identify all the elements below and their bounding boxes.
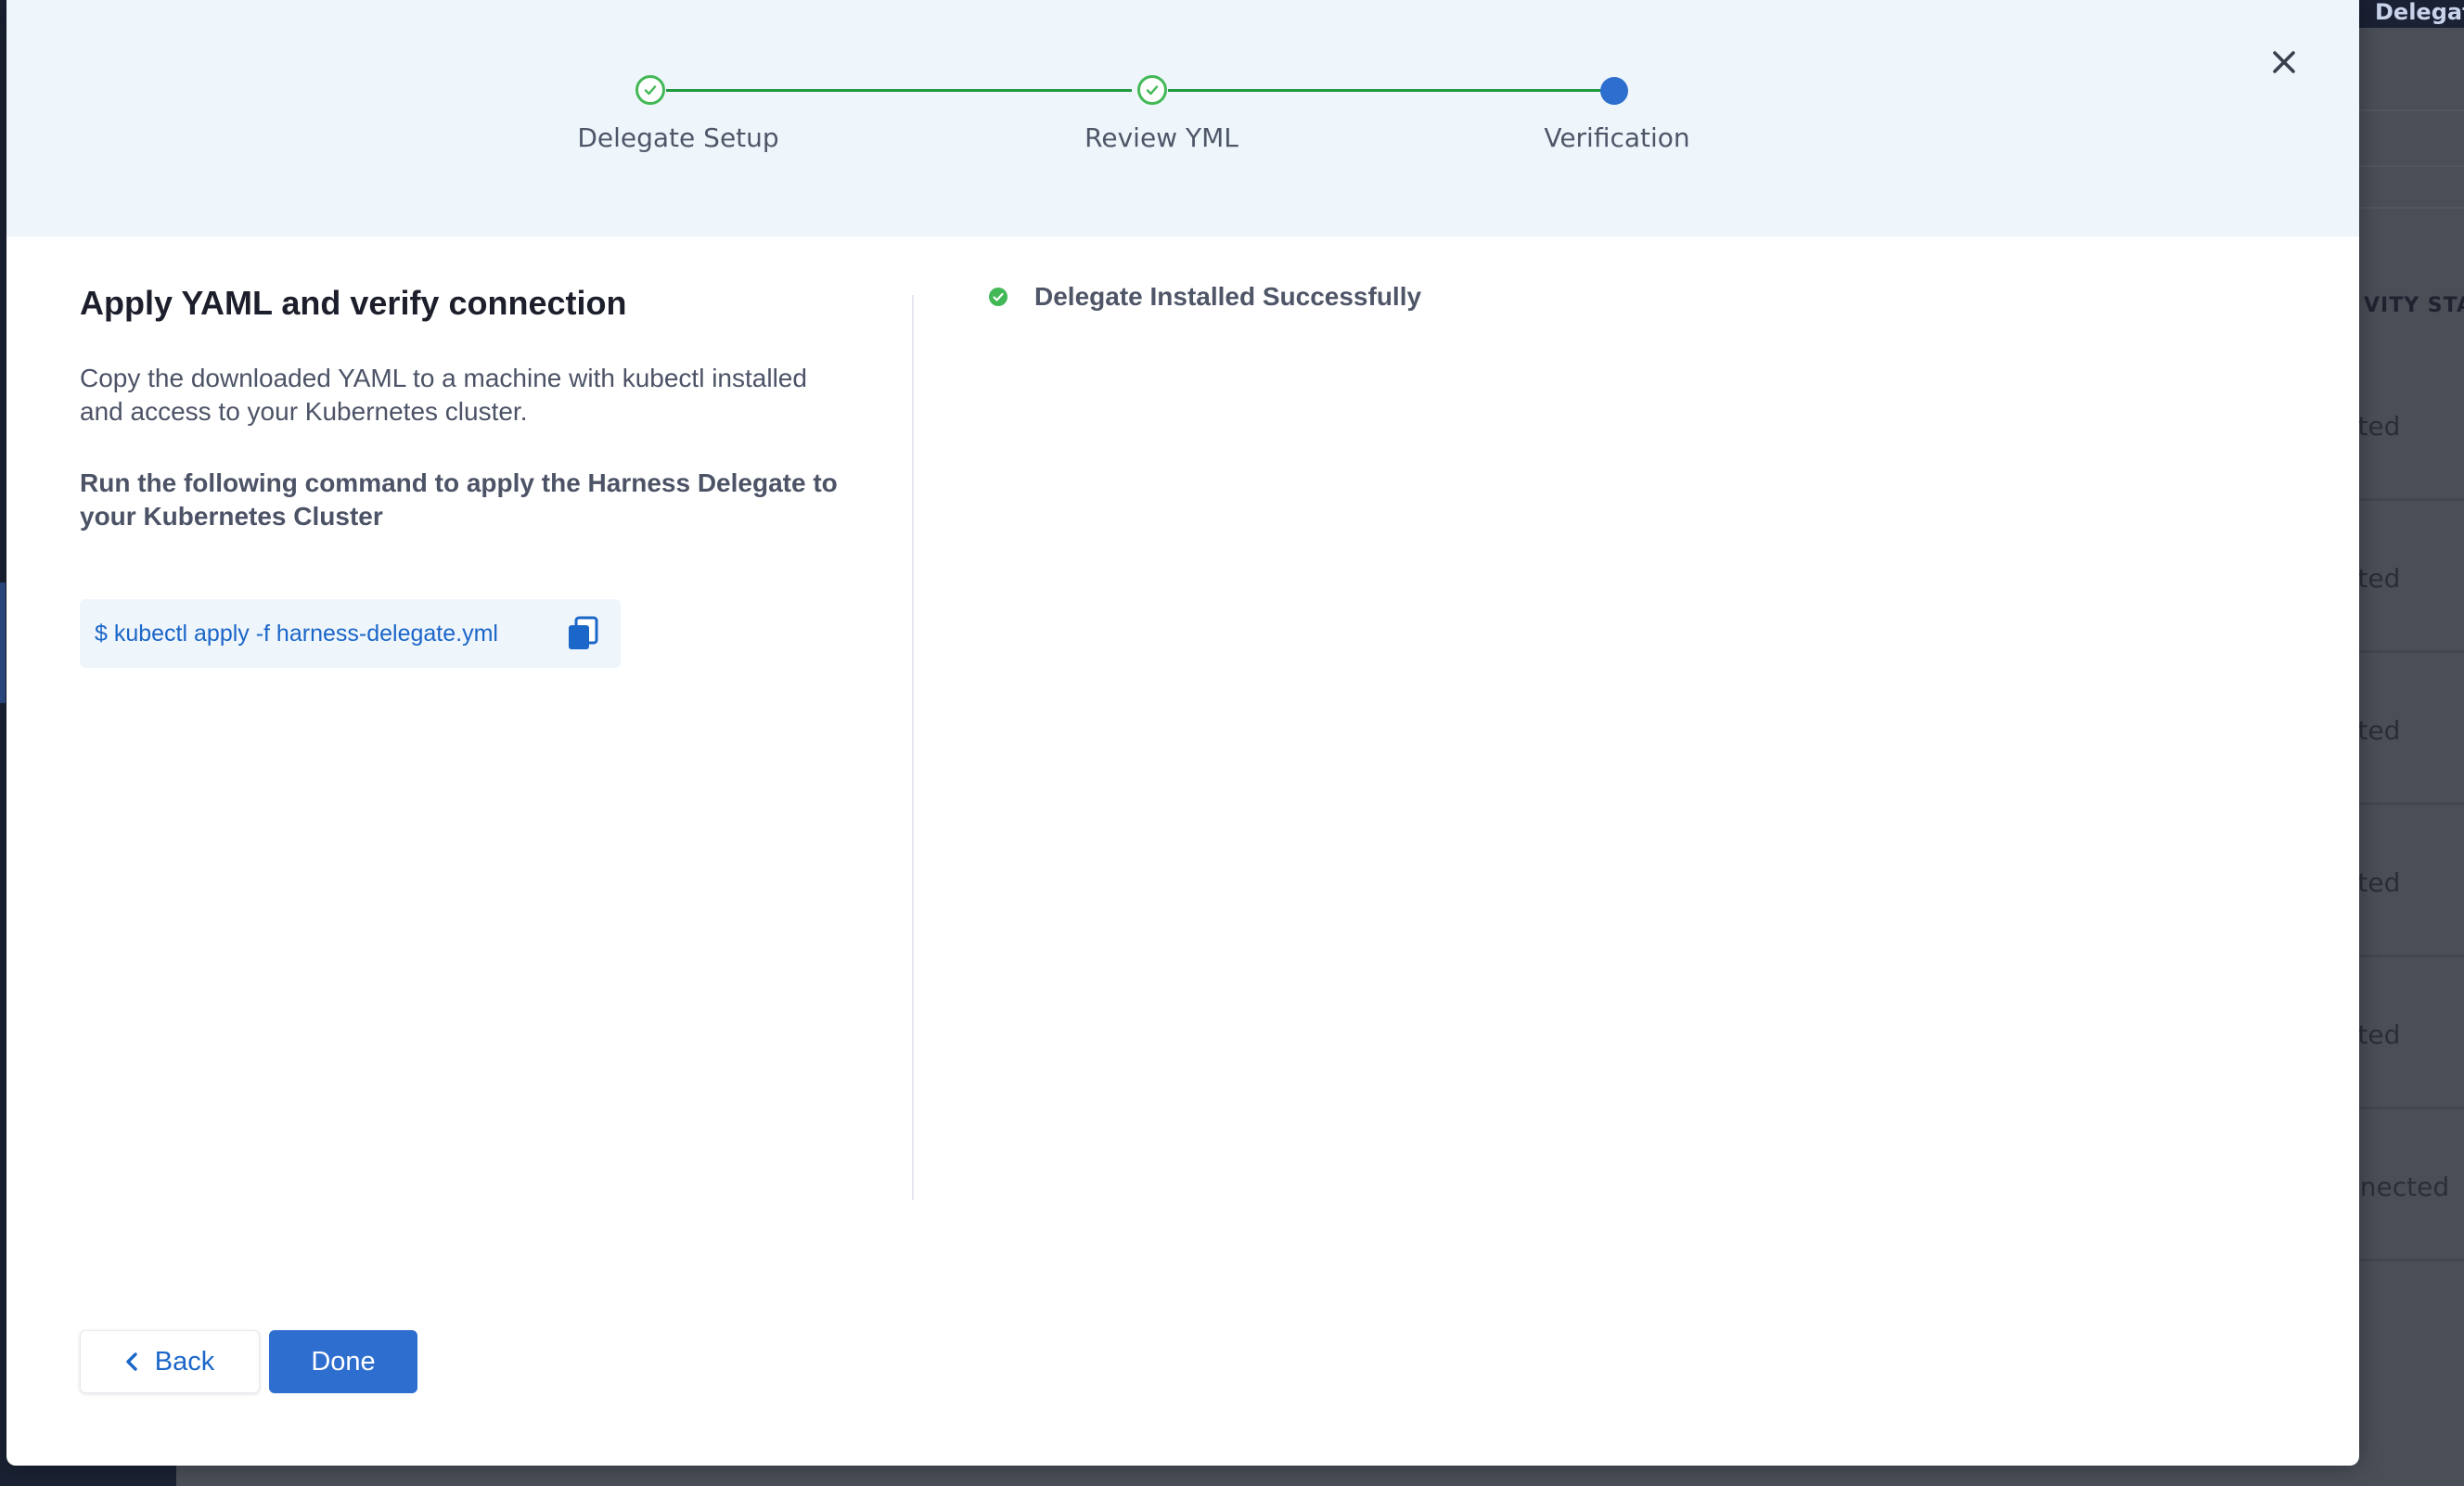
background-new-delegate-button: Delegate (2375, 0, 2464, 25)
background-strip (2356, 167, 2464, 209)
verification-status: Delegate Installed Successfully (988, 282, 1421, 312)
background-table-row: cted (2356, 505, 2464, 653)
done-button[interactable]: Done (269, 1330, 417, 1393)
back-button-label: Back (154, 1346, 215, 1377)
chevron-left-icon (126, 1352, 137, 1371)
command-text[interactable]: $ kubectl apply -f harness-delegate.yml (95, 621, 498, 647)
delegate-setup-modal: Delegate Setup Review YML Verification A… (6, 0, 2359, 1466)
instructions-text: Copy the downloaded YAML to a machine wi… (80, 364, 807, 426)
close-button[interactable] (2263, 41, 2305, 83)
stepper-connector (666, 89, 1132, 92)
page-title: Apply YAML and verify connection (80, 284, 627, 322)
copy-icon (569, 616, 598, 649)
background-table-row: cted (2356, 657, 2464, 805)
stepper-header: Delegate Setup Review YML Verification (6, 0, 2359, 237)
back-button[interactable]: Back (80, 1330, 260, 1393)
background-strip (2356, 74, 2464, 111)
done-button-label: Done (311, 1346, 376, 1377)
column-divider (912, 295, 914, 1200)
command-box: $ kubectl apply -f harness-delegate.yml (80, 599, 621, 668)
background-column-header: VITY STAT (2364, 294, 2464, 317)
step-1-done-indicator (635, 75, 665, 105)
step-label-verification: Verification (1544, 122, 1690, 153)
step-label-review-yml: Review YML (1084, 122, 1238, 153)
close-icon (2273, 51, 2295, 73)
background-table-row: cted (2356, 961, 2464, 1109)
command-heading: Run the following command to apply the H… (80, 468, 838, 531)
background-table-row: nnected (2356, 1113, 2464, 1262)
background-table-row: cted (2356, 352, 2464, 501)
step-label-delegate-setup: Delegate Setup (577, 122, 779, 153)
stepper-connector (1168, 89, 1602, 92)
check-icon (1146, 85, 1159, 96)
step-2-done-indicator (1137, 75, 1167, 105)
check-icon (644, 85, 657, 96)
background-table-row: cted (2356, 809, 2464, 957)
status-message: Delegate Installed Successfully (1034, 282, 1422, 311)
copy-command-button[interactable] (564, 615, 601, 652)
background-sidebar-active-marker (0, 583, 6, 703)
check-circle-icon (989, 288, 1007, 306)
step-3-current-indicator (1600, 77, 1628, 105)
background-strip (2356, 111, 2464, 167)
